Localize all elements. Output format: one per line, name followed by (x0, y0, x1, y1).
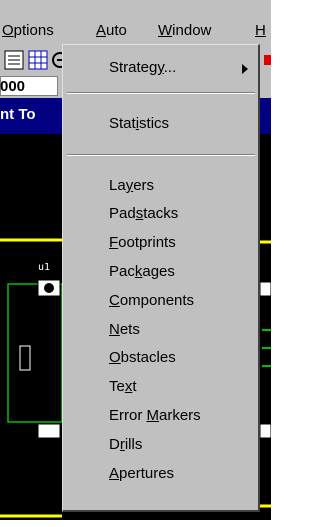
menu-options-post: ptions (13, 22, 54, 39)
obstacles-post: bstacles (120, 349, 176, 366)
menu-item-apertures[interactable]: Apertures (109, 465, 174, 482)
pad-bottom (37, 423, 61, 439)
components-post: omponents (119, 292, 195, 309)
component-outline (7, 283, 63, 423)
error-markers-mnemonic: M (146, 407, 160, 424)
text-post: t (132, 378, 137, 395)
menu-item-layers[interactable]: Layers (109, 177, 154, 194)
menu-bar: Options Auto Window H (0, 0, 271, 44)
strategy-post: ... (163, 59, 177, 76)
menu-window-post: indow (172, 22, 212, 39)
nets-mnemonic: N (109, 321, 120, 338)
pad-left (19, 345, 31, 371)
menu-item-components[interactable]: Components (109, 292, 194, 309)
window-title: nt To (0, 106, 36, 123)
menu-separator-1 (67, 92, 255, 94)
apertures-post: pertures (119, 465, 175, 482)
statistics-post: stics (139, 115, 170, 132)
menu-window[interactable]: Window (158, 22, 211, 39)
footprints-mnemonic: F (109, 234, 119, 251)
menu-item-nets[interactable]: Nets (109, 321, 140, 338)
pad-right-bottom (259, 423, 271, 439)
submenu-arrow-icon (242, 64, 248, 74)
list-icon[interactable] (4, 50, 24, 70)
menu-window-mnemonic: W (158, 22, 173, 39)
menu-separator-2 (67, 154, 255, 156)
menu-item-error-markers[interactable]: Error Markers (109, 407, 201, 424)
menu-item-strategy[interactable]: Strategy... (109, 59, 176, 76)
statistics-pre: Stat (109, 115, 136, 132)
menu-help-mnemonic: H (255, 22, 266, 39)
menu-auto[interactable]: Auto (96, 22, 127, 39)
menu-auto-post: uto (106, 22, 127, 39)
padstacks-pre: Pad (109, 205, 136, 222)
drills-pre: D (109, 436, 120, 453)
menu-item-drills[interactable]: Drills (109, 436, 142, 453)
grid-icon[interactable] (28, 50, 48, 70)
stop-icon-glyph (264, 55, 271, 65)
packages-post: ages (142, 263, 175, 280)
list-icon-glyph (4, 50, 24, 70)
menu-help[interactable]: H (255, 22, 266, 39)
menu-item-obstacles[interactable]: Obstacles (109, 349, 176, 366)
obstacles-mnemonic: O (109, 349, 121, 366)
error-markers-pre: Error (109, 407, 147, 424)
menu-item-footprints[interactable]: Footprints (109, 234, 176, 251)
components-mnemonic: C (109, 292, 120, 309)
drills-post: ills (124, 436, 143, 453)
footprints-post: ootprints (118, 234, 176, 251)
menu-options-mnemonic: O (2, 22, 14, 39)
error-markers-post: arkers (159, 407, 201, 424)
menu-item-text[interactable]: Text (109, 378, 137, 395)
number-field-value: 000 (0, 78, 26, 95)
packages-pre: Pac (109, 263, 135, 280)
pad-top-hole (44, 283, 54, 293)
menu-item-statistics[interactable]: Statistics (109, 115, 169, 132)
grid-icon-glyph (28, 50, 48, 70)
nets-post: ets (119, 321, 140, 338)
apertures-mnemonic: A (109, 465, 120, 482)
padstacks-post: tacks (143, 205, 179, 222)
menu-options[interactable]: Options (2, 22, 54, 39)
layers-post: ers (133, 177, 155, 194)
view-dropdown-menu: Strategy... Statistics Layers Padstacks … (62, 44, 260, 512)
text-pre: Te (109, 378, 125, 395)
layers-pre: La (109, 177, 126, 194)
stop-icon[interactable] (264, 50, 271, 70)
strategy-pre: Strateg (109, 59, 158, 76)
pad-right-top (259, 281, 271, 297)
menu-item-packages[interactable]: Packages (109, 263, 175, 280)
component-label: u1 (38, 262, 51, 273)
menu-item-padstacks[interactable]: Padstacks (109, 205, 178, 222)
menu-auto-mnemonic: A (96, 22, 107, 39)
